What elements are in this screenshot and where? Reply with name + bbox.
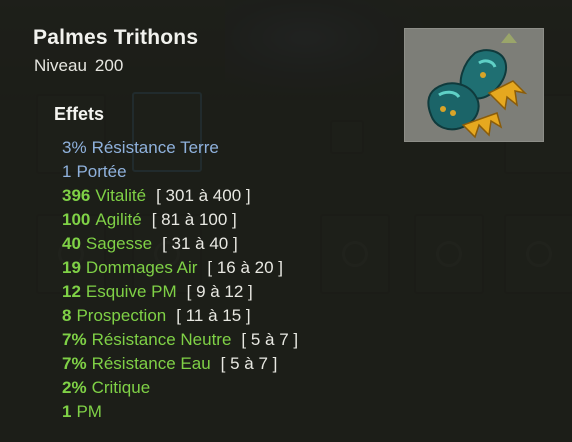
effect-range: [ 5 à 7 ] <box>241 330 299 349</box>
effect-label: Résistance Neutre <box>91 330 232 349</box>
effect-label: Agilité <box>95 210 142 229</box>
effect-row: 40 Sagesse [ 31 à 40 ] <box>62 232 298 256</box>
effect-value: 19 <box>62 258 81 277</box>
effect-value: 8 <box>62 306 72 325</box>
effect-label: Vitalité <box>95 186 147 205</box>
effect-label: Prospection <box>76 306 167 325</box>
effect-label: Résistance Eau <box>91 354 211 373</box>
effect-range: [ 16 à 20 ] <box>207 258 284 277</box>
effect-value: 1 <box>62 162 72 181</box>
effect-range: [ 11 à 15 ] <box>176 306 251 325</box>
effect-row: 7% Résistance Neutre [ 5 à 7 ] <box>62 328 298 352</box>
item-level-label: Niveau <box>34 56 87 75</box>
effect-label: Sagesse <box>85 234 153 253</box>
item-level-value: 200 <box>94 56 124 75</box>
effect-row: 19 Dommages Air [ 16 à 20 ] <box>62 256 298 280</box>
effect-value: 2% <box>62 378 87 397</box>
effect-row: 396 Vitalité [ 301 à 400 ] <box>62 184 298 208</box>
effect-range: [ 9 à 12 ] <box>186 282 253 301</box>
effect-label: Portée <box>76 162 127 181</box>
effect-value: 396 <box>62 186 91 205</box>
effect-row: 7% Résistance Eau [ 5 à 7 ] <box>62 352 298 376</box>
effect-label: Critique <box>91 378 151 397</box>
effect-range: [ 5 à 7 ] <box>220 354 278 373</box>
effect-range: [ 81 à 100 ] <box>151 210 237 229</box>
flippers-illustration <box>427 33 528 139</box>
effect-value: 1 <box>62 402 72 421</box>
effect-label: Dommages Air <box>85 258 198 277</box>
item-tooltip: Palmes Trithons Niveau 200 Effets 3% Résis… <box>0 0 572 442</box>
effect-label: Résistance Terre <box>91 138 219 157</box>
effects-list: 3% Résistance Terre 1 Portée 396 Vitalité[ 30… <box>62 136 298 424</box>
item-name: Palmes Trithons <box>33 26 199 49</box>
effect-value: 12 <box>62 282 81 301</box>
effect-value: 7% <box>62 354 87 373</box>
effect-value: 100 <box>62 210 91 229</box>
effect-value: 7% <box>62 330 87 349</box>
effect-row: 100 Agilité [ 81 à 100 ] <box>62 208 298 232</box>
effect-row: 1 Portée <box>62 160 298 184</box>
effect-row: 8 Prospection [ 11 à 15 ] <box>62 304 298 328</box>
effect-range: [ 301 à 400 ] <box>156 186 251 205</box>
effect-value: 40 <box>62 234 81 253</box>
effects-title: Effets <box>54 104 105 124</box>
item-level: Niveau 200 <box>34 56 123 76</box>
effect-label: Esquive PM <box>85 282 177 301</box>
flippers-icon <box>404 28 544 142</box>
effect-label: PM <box>76 402 102 421</box>
game-screen: Palmes Trithons Niveau 200 Effets 3% Résis… <box>0 0 572 442</box>
effect-row: 3% Résistance Terre <box>62 136 298 160</box>
effect-range: [ 31 à 40 ] <box>162 234 238 253</box>
effect-value: 3% <box>62 138 87 157</box>
effect-row: 2% Critique <box>62 376 298 400</box>
effect-row: 12 Esquive PM [ 9 à 12 ] <box>62 280 298 304</box>
effect-row: 1 PM <box>62 400 298 424</box>
